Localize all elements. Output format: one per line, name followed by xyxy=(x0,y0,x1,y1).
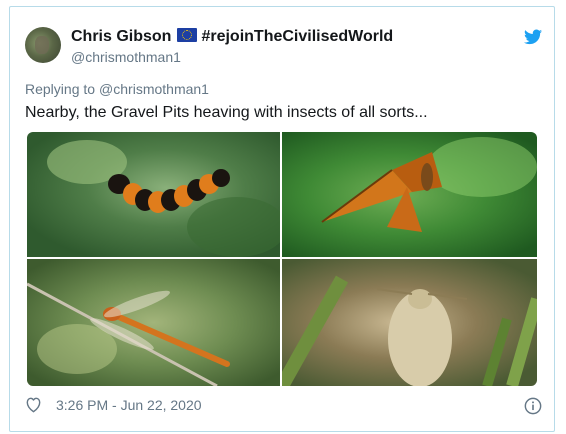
avatar[interactable] xyxy=(25,27,61,63)
author-name-hashtag[interactable]: #rejoinTheCivilisedWorld xyxy=(201,28,393,45)
author-handle[interactable]: @chrismothman1 xyxy=(71,49,181,65)
photo-grid xyxy=(27,132,537,386)
photo-caterpillar[interactable] xyxy=(27,132,280,257)
twitter-bird-icon[interactable] xyxy=(524,29,542,45)
tweet-text: Nearby, the Gravel Pits heaving with ins… xyxy=(25,104,428,121)
reply-to-handle[interactable]: @chrismothman1 xyxy=(99,81,209,97)
reply-prefix: Replying to xyxy=(25,81,96,97)
info-icon[interactable] xyxy=(524,397,542,415)
author-name[interactable]: Chris Gibson xyxy=(71,28,171,45)
tweet-footer: 3:26 PM - Jun 22, 2020 xyxy=(25,397,202,413)
tweet-card[interactable]: Chris Gibson #rejoinTheCivilisedWorld @ch… xyxy=(9,6,555,432)
photo-dragonfly[interactable] xyxy=(27,259,280,386)
eu-flag-icon xyxy=(177,28,198,42)
tweet-timestamp[interactable]: 3:26 PM - Jun 22, 2020 xyxy=(56,397,202,413)
author-line: Chris Gibson #rejoinTheCivilisedWorld xyxy=(71,28,393,46)
photo-skipper[interactable] xyxy=(282,132,537,257)
reply-context: Replying to @chrismothman1 xyxy=(25,81,209,97)
photo-moth[interactable] xyxy=(282,259,537,386)
heart-icon[interactable] xyxy=(25,397,42,413)
